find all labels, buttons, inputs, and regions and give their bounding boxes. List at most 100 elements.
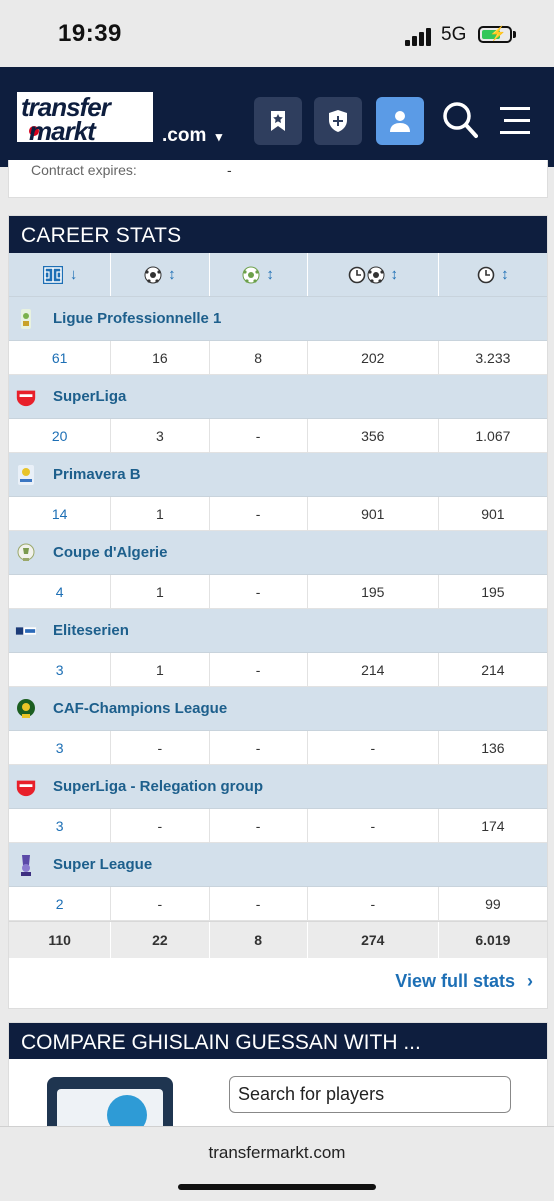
competition-row: Ligue Professionnelle 1 [9, 297, 547, 341]
competition-name-link[interactable]: SuperLiga [53, 388, 126, 405]
competition-name-link[interactable]: Coupe d'Algerie [53, 544, 167, 561]
stats-row: 2- - -99 [9, 887, 547, 921]
total-matches: 110 [9, 922, 112, 958]
goals-ball-icon [367, 266, 385, 283]
domain-select[interactable]: .com ▾ [162, 125, 222, 147]
user-icon [390, 111, 410, 132]
clock-icon [348, 266, 365, 283]
minutes-per-goal-cell: - [308, 887, 439, 920]
battery-icon: ⚡ [478, 25, 512, 43]
stats-row: 4 1-195 195 [9, 575, 547, 609]
competition-name-link[interactable]: Eliteserien [53, 622, 129, 639]
total-assists: 8 [210, 922, 308, 958]
compare-title: COMPARE GHISLAIN GUESSAN WITH ... [9, 1023, 547, 1059]
caf-champions-league-logo[interactable] [15, 698, 37, 720]
career-stats-body: Ligue Professionnelle 1 61 16 8 202 3.233 Supe… [9, 297, 547, 921]
matches-cell[interactable]: 4 [9, 575, 112, 608]
logo-text-markt: markt [29, 116, 96, 146]
goals-column-header[interactable]: ↕ [111, 253, 210, 296]
competition-name-link[interactable]: Super League [53, 856, 152, 873]
assists-cell: - [210, 419, 308, 452]
matches-cell[interactable]: 2 [9, 887, 112, 920]
chevron-down-icon: ▾ [215, 129, 223, 144]
minutes-played-cell: 195 [481, 583, 505, 600]
stats-row: 20 3-356 1.067 [9, 419, 547, 453]
career-stats-header: ↓ ↕ ↕ ↕ ↕ [9, 253, 547, 297]
competition-row: Eliteserien [9, 609, 547, 653]
goals-cell: 16 [111, 341, 210, 374]
career-stats-title: CAREER STATS [9, 216, 547, 253]
status-time: 19:39 [58, 20, 122, 47]
competition-row: Super League [9, 843, 547, 887]
matches-cell[interactable]: 14 [9, 497, 112, 530]
competition-name-link[interactable]: Primavera B [53, 466, 141, 483]
account-button[interactable] [376, 97, 424, 145]
goals-ball-icon [144, 266, 162, 283]
minutes-per-goal-cell: 195 [308, 575, 439, 608]
matches-cell[interactable]: 61 [9, 341, 112, 374]
competition-name-link[interactable]: CAF-Champions League [53, 700, 227, 717]
assists-ball-icon [242, 266, 260, 283]
assists-cell: - [210, 887, 308, 920]
competition-row: Primavera B [9, 453, 547, 497]
chevron-right-icon: › [527, 971, 533, 991]
goals-cell: - [111, 887, 210, 920]
sort-icon: ↕ [266, 266, 274, 283]
super-league-logo[interactable] [15, 854, 37, 876]
assists-cell: - [210, 653, 308, 686]
matches-cell[interactable]: 20 [9, 419, 112, 452]
shield-plus-icon [329, 110, 347, 132]
sort-icon: ↕ [501, 266, 509, 283]
status-bar: 19:39 5G ⚡ [0, 0, 554, 67]
sort-icon: ↕ [168, 266, 176, 283]
player-search-input[interactable] [229, 1076, 511, 1113]
goals-cell: 1 [111, 653, 210, 686]
minutes-per-goal-cell: - [308, 809, 439, 842]
total-minutes: 6.019 [475, 932, 511, 948]
matches-cell[interactable]: 3 [9, 809, 112, 842]
minutes-played-cell: 1.067 [475, 427, 511, 444]
eliteserien-logo[interactable] [15, 620, 37, 642]
player-data-card: Contract expires: - [8, 160, 548, 198]
competition-name-link[interactable]: Ligue Professionnelle 1 [53, 310, 221, 327]
competition-row: Coupe d'Algerie [9, 531, 547, 575]
superliga-relegation-logo[interactable] [15, 776, 37, 798]
competition-name-link[interactable]: SuperLiga - Relegation group [53, 778, 263, 795]
minutes-per-goal-column-header[interactable]: ↕ [308, 253, 439, 296]
superliga-logo[interactable] [15, 386, 37, 408]
total-minutes-per-goal: 274 [308, 922, 439, 958]
view-full-stats-link[interactable]: View full stats › [395, 971, 533, 992]
menu-icon[interactable] [500, 107, 532, 135]
competition-row: CAF-Champions League [9, 687, 547, 731]
watchlist-button[interactable] [254, 97, 302, 145]
assists-cell: 8 [210, 341, 308, 374]
transfermarkt-logo[interactable]: transfer markt [14, 89, 156, 146]
minutes-per-goal-cell: 202 [308, 341, 439, 374]
home-indicator[interactable] [178, 1184, 376, 1190]
assists-column-header[interactable]: ↕ [210, 253, 308, 296]
assists-cell: - [210, 497, 308, 530]
search-icon[interactable] [442, 101, 478, 139]
minutes-played-cell: 136 [481, 739, 505, 756]
goals-cell: 1 [111, 575, 210, 608]
minutes-played-column-header[interactable]: ↕ [439, 253, 547, 296]
primavera-b-logo[interactable] [15, 464, 37, 486]
minutes-per-goal-cell: 356 [308, 419, 439, 452]
ligue-professionnelle-1-logo[interactable] [15, 308, 37, 330]
browser-url[interactable]: transfermarkt.com [0, 1143, 554, 1163]
matches-cell[interactable]: 3 [9, 653, 112, 686]
stats-row: 3- - -136 [9, 731, 547, 765]
bookmark-star-icon [271, 111, 285, 131]
browser-bottom-bar: transfermarkt.com [0, 1126, 554, 1201]
assists-cell: - [210, 731, 308, 764]
goals-cell: - [111, 731, 210, 764]
goals-cell: 3 [111, 419, 210, 452]
matches-pitch-icon [42, 265, 63, 284]
matches-column-header[interactable]: ↓ [9, 253, 112, 296]
coupe-dalgerie-logo[interactable] [15, 542, 37, 564]
total-goals: 22 [111, 922, 210, 958]
club-shield-button[interactable] [314, 97, 362, 145]
matches-cell[interactable]: 3 [9, 731, 112, 764]
minutes-played-cell: 3.233 [475, 349, 511, 366]
signal-icon [405, 28, 435, 46]
